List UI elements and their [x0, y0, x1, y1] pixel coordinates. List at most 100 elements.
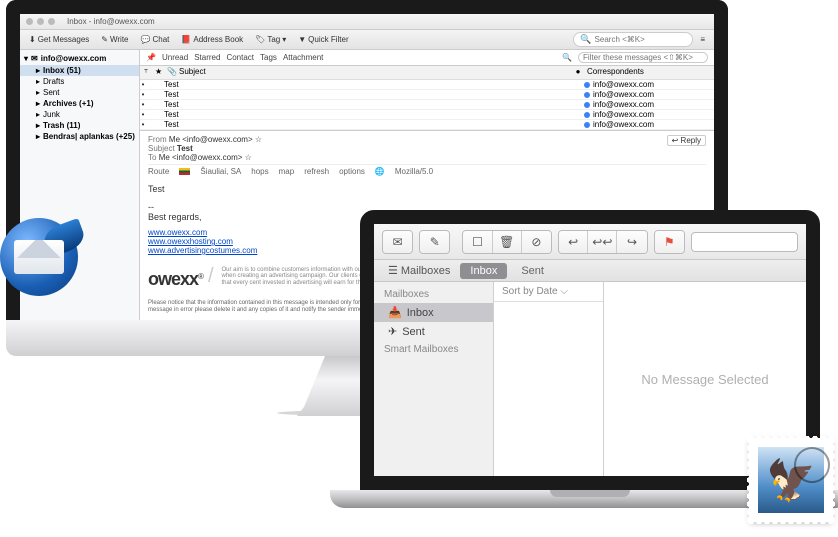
favorites-bar: ☰Mailboxes Inbox Sent	[374, 260, 806, 282]
section-smart: Smart Mailboxes	[374, 341, 493, 358]
mail-toolbar: ✉ ✎ ☐ 🗑 ⊘ ↩ ↩↩ ↪ ⚑	[374, 224, 806, 260]
folder-icon: ▸	[36, 88, 40, 97]
thread-col[interactable]: ⸆	[140, 66, 152, 79]
reply-button[interactable]: ↩ Reply	[667, 135, 706, 146]
subject-col[interactable]: Subject	[176, 66, 572, 79]
write-button[interactable]: ✎Write	[96, 33, 133, 46]
folder-item[interactable]: ▸Sent	[20, 87, 139, 98]
to-label: To	[148, 153, 156, 162]
message-row[interactable]: •Testinfo@owexx.com	[140, 100, 714, 110]
message-row[interactable]: •Testinfo@owexx.com	[140, 120, 714, 130]
filter-attachment[interactable]: Attachment	[283, 53, 323, 62]
sent-icon: ✈	[388, 325, 397, 338]
sidebar-sent[interactable]: ✈Sent	[374, 322, 493, 341]
forward-button[interactable]: ↪	[617, 231, 646, 253]
from-value: Me <info@owexx.com>	[169, 135, 253, 144]
search-icon: 🔍	[562, 53, 572, 62]
mail-search[interactable]	[691, 232, 798, 252]
read-col[interactable]: ●	[572, 66, 584, 79]
route-refresh[interactable]: refresh	[304, 167, 329, 176]
archive-icon: ☐	[472, 235, 483, 249]
tag-button[interactable]: 🏷Tag▾	[250, 33, 291, 46]
reply-icon: ↩	[568, 235, 578, 249]
unread-dot-icon	[584, 122, 590, 128]
tab-sent[interactable]: Sent	[511, 263, 554, 279]
delete-button[interactable]: 🗑	[493, 231, 522, 253]
browser-icon: 🌐	[375, 167, 385, 176]
search-input[interactable]	[595, 35, 685, 44]
quick-filter-button[interactable]: ▼Quick Filter	[293, 33, 353, 46]
mail-icon: ✉	[31, 54, 38, 63]
subject-value: Test	[177, 144, 193, 153]
pin-icon[interactable]: 📌	[146, 53, 156, 62]
folder-item[interactable]: ▸Bendras| aplankas (+25)	[20, 131, 139, 142]
junk-button[interactable]: ⊘	[522, 231, 551, 253]
hamburger-icon: ≡	[700, 35, 705, 44]
compose-button[interactable]: ✎	[420, 231, 449, 253]
filter-tags[interactable]: Tags	[260, 53, 277, 62]
quick-filter-bar: 📌 Unread Starred Contact Tags Attachment…	[140, 50, 714, 66]
forward-icon: ↪	[627, 235, 637, 249]
traffic-light-max[interactable]	[48, 18, 55, 25]
traffic-light-min[interactable]	[37, 18, 44, 25]
get-messages-button[interactable]: ⬇Get Messages	[24, 33, 94, 46]
mailboxes-toggle[interactable]: ☰Mailboxes	[382, 263, 456, 278]
folder-icon: ▸	[36, 132, 40, 141]
route-hops[interactable]: hops	[251, 167, 268, 176]
reply-button[interactable]: ↩	[559, 231, 588, 253]
to-value: Me <info@owexx.com>	[159, 153, 243, 162]
folder-item[interactable]: ▸Inbox (51)	[20, 65, 139, 76]
tag-icon: 🏷	[255, 35, 265, 44]
star-col[interactable]: ★	[152, 66, 164, 79]
sidebar-icon: ☰	[388, 264, 398, 277]
mac-mail-app-icon: 🦅	[750, 439, 832, 521]
folder-item[interactable]: ▸Drafts	[20, 76, 139, 87]
tab-inbox[interactable]: Inbox	[460, 263, 507, 279]
folder-icon: ▸	[36, 110, 40, 119]
traffic-light-close[interactable]	[26, 18, 33, 25]
folder-item[interactable]: ▸Trash (11)	[20, 120, 139, 131]
column-headers: ⸆ ★ 📎 Subject ● Correspondents	[140, 66, 714, 80]
menu-button[interactable]: ≡	[695, 33, 710, 46]
reply-all-button[interactable]: ↩↩	[588, 231, 617, 253]
attach-col[interactable]: 📎	[164, 66, 176, 79]
route-options[interactable]: options	[339, 167, 365, 176]
junk-icon: ⊘	[531, 235, 541, 249]
account-row[interactable]: ▾ ✉ info@owexx.com	[20, 52, 139, 65]
sort-control[interactable]: Sort by Date ⌵	[494, 282, 603, 302]
route-ua: Mozilla/5.0	[395, 167, 433, 176]
main-toolbar: ⬇Get Messages ✎Write 💬Chat 📕Address Book…	[20, 30, 714, 50]
unread-dot-icon	[584, 82, 590, 88]
correspondents-col[interactable]: Correspondents	[584, 66, 714, 79]
folder-item[interactable]: ▸Junk	[20, 109, 139, 120]
thunderbird-app-icon	[0, 218, 90, 308]
filter-starred[interactable]: Starred	[194, 53, 220, 62]
chat-button[interactable]: 💬Chat	[136, 33, 175, 46]
folder-item[interactable]: ▸Archives (+1)	[20, 98, 139, 109]
message-row[interactable]: •Testinfo@owexx.com	[140, 110, 714, 120]
filter-input[interactable]	[578, 52, 708, 63]
unread-dot-icon	[584, 92, 590, 98]
global-search[interactable]: 🔍	[573, 32, 693, 47]
sidebar-inbox[interactable]: 📥Inbox	[374, 303, 493, 322]
trash-icon: 🗑	[499, 235, 514, 249]
message-row[interactable]: •Testinfo@owexx.com	[140, 90, 714, 100]
star-icon[interactable]: ☆	[245, 153, 252, 162]
mail-sidebar: Mailboxes 📥Inbox ✈Sent Smart Mailboxes	[374, 282, 494, 476]
route-bar: Route Šiauliai, SA hops map refresh opti…	[148, 165, 706, 178]
flag-button[interactable]: ⚑	[655, 231, 684, 253]
titlebar: Inbox - info@owexx.com	[20, 14, 714, 30]
star-icon[interactable]: ☆	[255, 135, 262, 144]
address-book-button[interactable]: 📕Address Book	[176, 33, 248, 46]
triangle-icon: ▾	[24, 54, 28, 63]
filter-contact[interactable]: Contact	[226, 53, 254, 62]
route-map[interactable]: map	[279, 167, 295, 176]
filter-unread[interactable]: Unread	[162, 53, 188, 62]
message-row[interactable]: •Testinfo@owexx.com	[140, 80, 714, 90]
chevron-down-icon: ⌵	[560, 286, 568, 297]
window-title: Inbox - info@owexx.com	[67, 17, 155, 26]
archive-button[interactable]: ☐	[463, 231, 492, 253]
get-mail-button[interactable]: ✉	[383, 231, 412, 253]
folder-icon: ▸	[36, 121, 40, 130]
envelope-icon: ✉	[393, 235, 403, 249]
